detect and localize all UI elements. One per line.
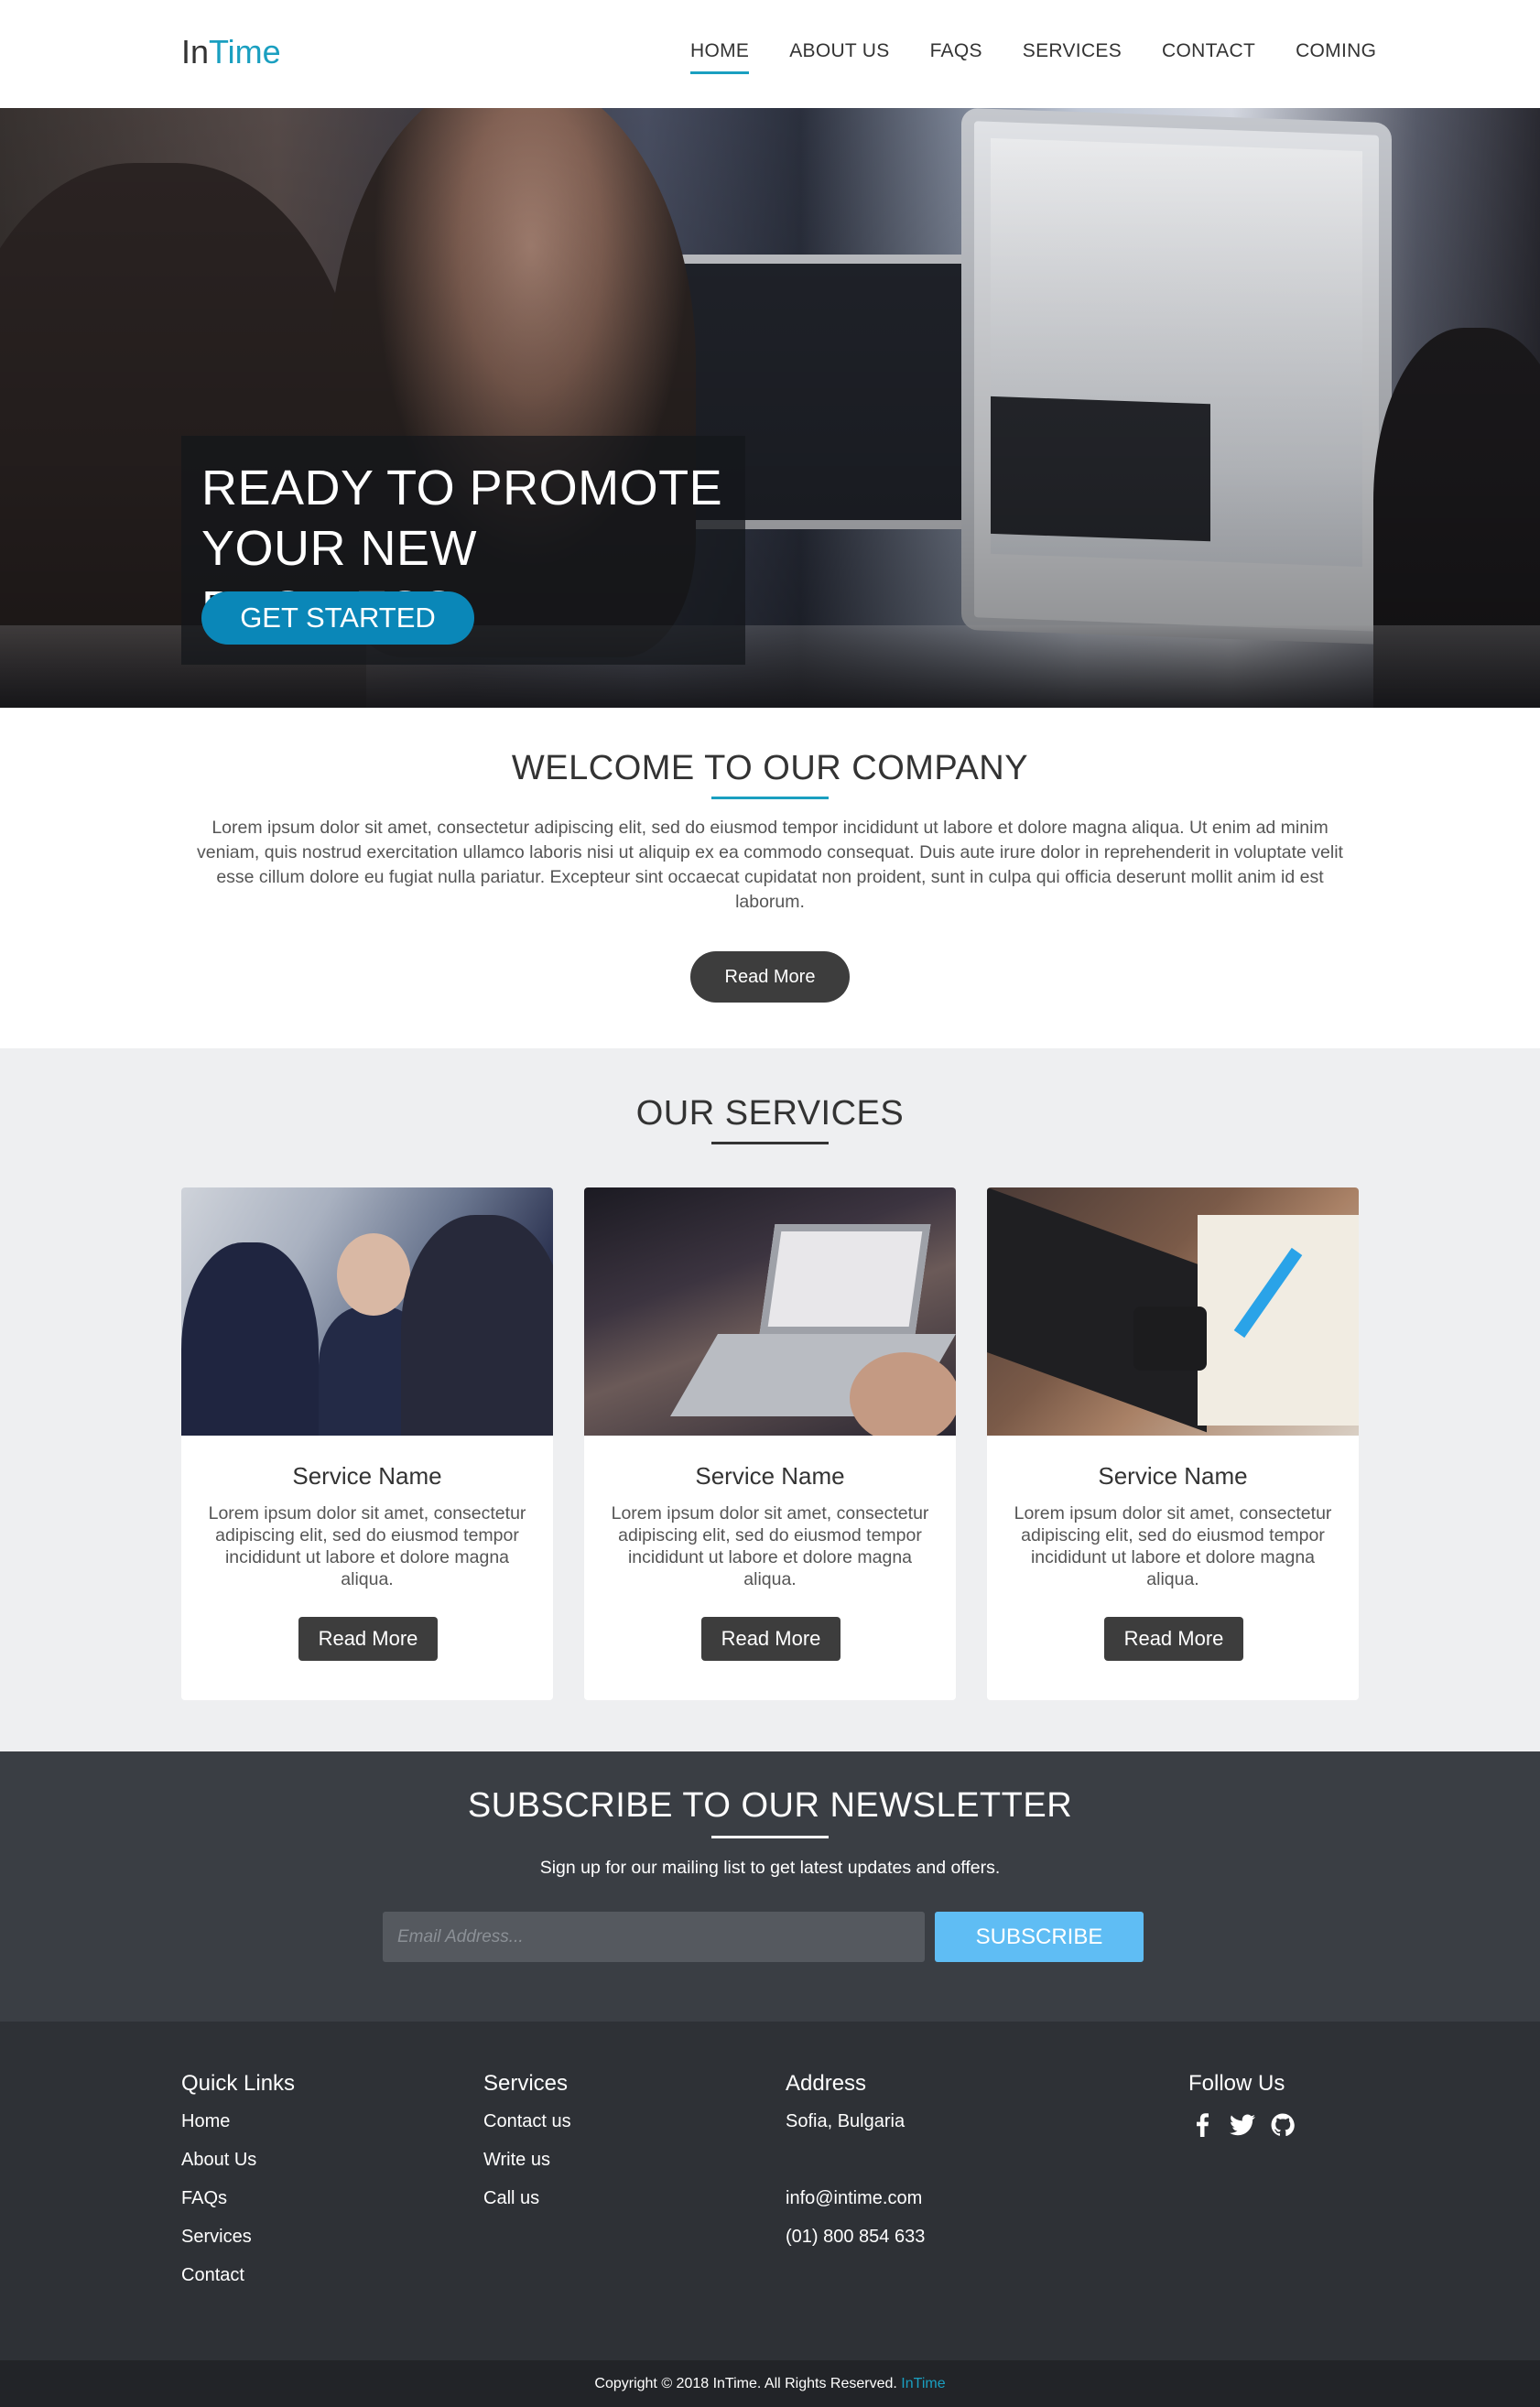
- welcome-text: Lorem ipsum dolor sit amet, consectetur …: [197, 818, 1343, 912]
- footer-services: Services Contact us Write us Call us: [483, 2071, 571, 2227]
- welcome-section: WELCOME TO OUR COMPANY Lorem ipsum dolor…: [0, 708, 1540, 1048]
- copyright-bar: Copyright © 2018 InTime. All Rights Rese…: [0, 2360, 1540, 2407]
- nav-item-about-us[interactable]: ABOUT US: [789, 40, 889, 74]
- footer-link-home[interactable]: Home: [181, 2111, 295, 2133]
- footer-heading: Quick Links: [181, 2071, 296, 2096]
- service-read-more-button[interactable]: Read More: [1104, 1617, 1243, 1661]
- address-city: Sofia, Bulgaria: [786, 2111, 906, 2131]
- welcome-title: WELCOME TO OUR COMPANY: [511, 749, 1029, 787]
- title-underline: [711, 797, 829, 799]
- subscribe-button[interactable]: SUBSCRIBE: [935, 1912, 1144, 1962]
- logo-text-in: In: [181, 33, 210, 70]
- footer-link-contact-us[interactable]: Contact us: [483, 2111, 571, 2133]
- address-phone: (01) 800 854 633: [786, 2227, 926, 2247]
- footer-link-about-us[interactable]: About Us: [181, 2150, 295, 2172]
- service-description: Lorem ipsum dolor sit amet, consectetur …: [1014, 1503, 1332, 1589]
- nav-item-home[interactable]: HOME: [690, 40, 750, 74]
- facebook-icon[interactable]: [1188, 2111, 1216, 2139]
- service-image-meeting: [181, 1187, 553, 1436]
- service-name: Service Name: [292, 1462, 442, 1490]
- footer-heading: Services: [483, 2071, 569, 2096]
- newsletter-title: SUBSCRIBE TO OUR NEWSLETTER: [467, 1786, 1073, 1825]
- footer-link-contact[interactable]: Contact: [181, 2265, 295, 2287]
- service-description: Lorem ipsum dolor sit amet, consectetur …: [611, 1503, 929, 1589]
- service-read-more-button[interactable]: Read More: [701, 1617, 840, 1661]
- copyright-text: Copyright © 2018 InTime. All Rights Rese…: [594, 2376, 897, 2391]
- footer-heading: Follow Us: [1188, 2071, 1285, 2096]
- service-read-more-button[interactable]: Read More: [298, 1617, 438, 1661]
- footer-address: Address Sofia, Bulgaria info@intime.com …: [786, 2071, 925, 2265]
- hero-section: READY TO PROMOTE YOUR NEW BUSINESS GET S…: [0, 108, 1540, 708]
- nav-item-faqs[interactable]: FAQS: [930, 40, 982, 74]
- footer-link-write-us[interactable]: Write us: [483, 2150, 571, 2172]
- address-email: info@intime.com: [786, 2188, 923, 2208]
- newsletter-subtitle: Sign up for our mailing list to get late…: [539, 1858, 1001, 1878]
- service-card: Service Name Lorem ipsum dolor sit amet,…: [987, 1187, 1359, 1700]
- footer-link-faqs[interactable]: FAQs: [181, 2188, 295, 2210]
- get-started-button[interactable]: GET STARTED: [201, 591, 474, 645]
- services-title: OUR SERVICES: [635, 1094, 905, 1133]
- twitter-icon[interactable]: [1229, 2111, 1256, 2139]
- service-description: Lorem ipsum dolor sit amet, consectetur …: [208, 1503, 526, 1589]
- title-underline: [711, 1142, 829, 1144]
- service-image-workspace: [987, 1187, 1359, 1436]
- social-icons: [1188, 2111, 1296, 2139]
- welcome-read-more-button[interactable]: Read More: [690, 951, 850, 1003]
- footer-quick-links: Quick Links Home About Us FAQs Services …: [181, 2071, 295, 2304]
- nav-item-services[interactable]: SERVICES: [1023, 40, 1122, 74]
- footer-link-call-us[interactable]: Call us: [483, 2188, 571, 2210]
- service-card: Service Name Lorem ipsum dolor sit amet,…: [181, 1187, 553, 1700]
- newsletter-section: SUBSCRIBE TO OUR NEWSLETTER Sign up for …: [0, 1751, 1540, 2022]
- service-image-laptop: [584, 1187, 956, 1436]
- copyright-brand-link[interactable]: InTime: [901, 2376, 945, 2391]
- footer-follow: Follow Us: [1188, 2071, 1296, 2139]
- hero-overlay-box: READY TO PROMOTE YOUR NEW BUSINESS GET S…: [181, 436, 745, 665]
- email-input[interactable]: [383, 1912, 925, 1962]
- site-footer: Quick Links Home About Us FAQs Services …: [0, 2022, 1540, 2360]
- site-logo[interactable]: InTime: [181, 33, 281, 71]
- footer-link-services[interactable]: Services: [181, 2227, 295, 2249]
- site-header: InTime HOME ABOUT US FAQS SERVICES CONTA…: [0, 0, 1540, 108]
- hero-title-line-1: READY TO PROMOTE: [201, 461, 723, 515]
- service-name: Service Name: [695, 1462, 845, 1490]
- services-section: OUR SERVICES Service Name Lorem ipsum do…: [0, 1048, 1540, 1751]
- github-icon[interactable]: [1269, 2111, 1296, 2139]
- service-card: Service Name Lorem ipsum dolor sit amet,…: [584, 1187, 956, 1700]
- title-underline: [711, 1836, 829, 1838]
- service-name: Service Name: [1098, 1462, 1248, 1490]
- nav-item-contact[interactable]: CONTACT: [1162, 40, 1255, 74]
- main-nav: HOME ABOUT US FAQS SERVICES CONTACT COMI…: [690, 40, 1376, 74]
- logo-text-time: Time: [209, 33, 281, 70]
- nav-item-coming[interactable]: COMING: [1296, 40, 1376, 74]
- footer-heading: Address: [786, 2071, 867, 2096]
